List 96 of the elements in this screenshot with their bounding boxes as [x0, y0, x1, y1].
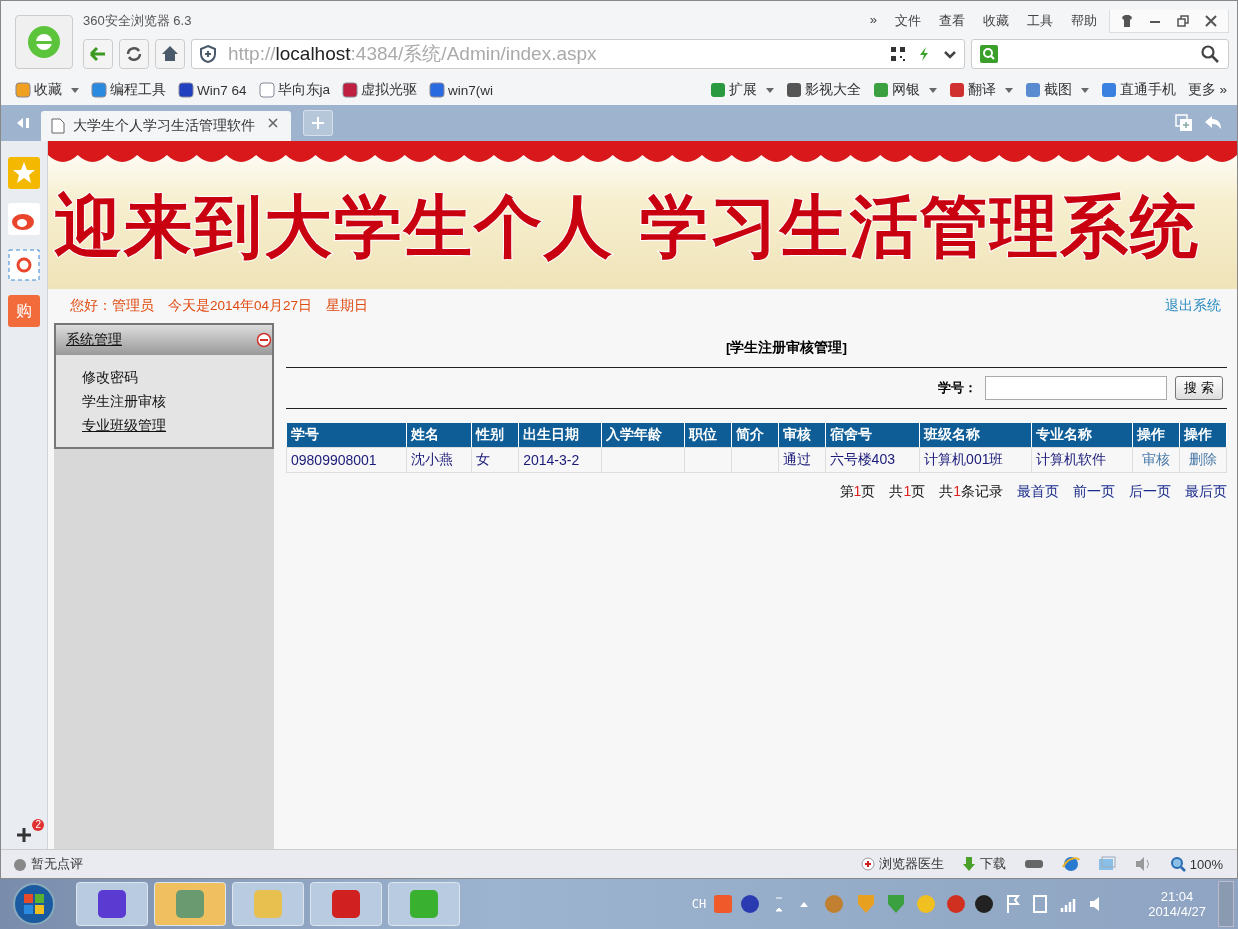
table-cell: 计算机001班 — [919, 447, 1032, 473]
menu-item[interactable]: » — [869, 12, 877, 30]
logout-link[interactable]: 退出系统 — [1165, 297, 1221, 315]
page-info: 共1页 — [889, 483, 926, 501]
menu-item[interactable]: 工具 — [1027, 12, 1053, 30]
back-icon[interactable] — [83, 39, 113, 69]
close-tab-icon[interactable] — [267, 117, 279, 129]
caret-icon[interactable] — [1004, 87, 1013, 93]
column-header: 宿舍号 — [825, 423, 920, 448]
student-id-field[interactable] — [985, 376, 1168, 400]
home-icon[interactable] — [155, 39, 185, 69]
table-cell: 2014-3-2 — [518, 447, 602, 473]
page-info: 第1页 — [839, 483, 876, 501]
bookmark-item[interactable]: win7(wi — [448, 82, 494, 98]
caret-icon[interactable] — [928, 87, 937, 93]
menu-item[interactable]: 收藏 — [983, 12, 1009, 30]
search-field[interactable] — [971, 39, 1229, 69]
column-header: 简介 — [731, 423, 779, 448]
table-cell: 09809908001 — [286, 447, 407, 473]
window-title: 360安全浏览器 6.3 — [83, 12, 192, 30]
bookmark-item[interactable]: 收藏 — [34, 81, 62, 99]
add-icon[interactable] — [16, 827, 32, 843]
toolbar-item[interactable]: 更多 » — [1187, 81, 1227, 99]
pager-link[interactable]: 前一页 — [1073, 483, 1115, 501]
table-cell: 计算机软件 — [1031, 447, 1133, 473]
column-header: 专业名称 — [1031, 423, 1133, 448]
column-header: 班级名称 — [919, 423, 1032, 448]
column-header: 审核 — [778, 423, 826, 448]
qr-code-icon[interactable] — [890, 46, 906, 62]
sidebar-toggle-icon[interactable] — [15, 115, 31, 131]
close-icon[interactable] — [1204, 13, 1218, 28]
taskbar-app-icon[interactable] — [310, 882, 382, 926]
table-cell: 女 — [471, 447, 519, 473]
page-info: 共1条记录 — [939, 483, 1003, 501]
column-header: 入学年龄 — [601, 423, 684, 448]
panel-title[interactable]: 系统管理 — [66, 331, 122, 349]
browser-tab[interactable]: 大学生个人学习生活管理软件 — [41, 111, 291, 141]
toolbar-item[interactable]: 翻译 — [967, 81, 996, 99]
url-text: http://localhost:4384/系统/Admin/index.aspx — [228, 42, 598, 66]
column-header: 操作 — [1179, 423, 1227, 448]
greeting-text: 您好：管理员 今天是2014年04月27日 星期日 — [70, 297, 369, 315]
download-icon[interactable] — [961, 856, 976, 872]
page-title: [学生注册审核管理] — [286, 323, 1227, 368]
toolbar-item[interactable]: 扩展 — [728, 81, 757, 99]
medical-cross-icon[interactable] — [860, 857, 875, 871]
caret-icon[interactable] — [765, 87, 774, 93]
toolbar-item[interactable]: 直通手机 — [1119, 81, 1176, 99]
column-header: 出生日期 — [518, 423, 602, 448]
table-cell: 通过 — [778, 447, 826, 473]
toolbar-item[interactable]: 网银 — [891, 81, 920, 99]
menu-link[interactable]: 专业班级管理 — [82, 417, 166, 435]
restore-icon[interactable] — [1176, 13, 1190, 28]
bookmark-item[interactable]: 编程工具 — [110, 81, 166, 99]
skin-icon[interactable] — [1120, 13, 1134, 28]
rating-text[interactable]: 暂无点评 — [31, 855, 83, 873]
speaker-icon[interactable] — [1133, 856, 1152, 872]
caret-icon[interactable] — [1080, 87, 1089, 93]
menu-link[interactable]: 学生注册审核 — [82, 393, 166, 411]
search-button[interactable]: 搜 索 — [1175, 376, 1223, 400]
table-cell: 六号楼403 — [825, 447, 920, 473]
bookmark-item[interactable]: 虚拟光驱 — [361, 81, 418, 99]
pager-link[interactable]: 最首页 — [1017, 483, 1059, 501]
menu-item[interactable]: 文件 — [895, 12, 921, 30]
search-label: 学号： — [938, 379, 978, 397]
column-header: 操作 — [1132, 423, 1180, 448]
pager-link[interactable]: 最后页 — [1185, 483, 1227, 501]
toolbar-item[interactable]: 截图 — [1043, 81, 1072, 99]
bookmark-item[interactable]: Win7 64 — [197, 82, 247, 98]
start-button[interactable] — [12, 882, 56, 926]
taskbar-app-icon[interactable] — [154, 882, 226, 926]
count-badge: 2 — [32, 819, 44, 831]
column-header: 职位 — [684, 423, 732, 448]
ie-icon[interactable] — [1061, 855, 1080, 873]
pager-link[interactable]: 后一页 — [1129, 483, 1171, 501]
column-header: 姓名 — [406, 423, 472, 448]
search-icon[interactable] — [1200, 44, 1220, 64]
caret-icon[interactable] — [71, 87, 79, 93]
bookmark-item[interactable]: 毕向东ja — [277, 81, 331, 99]
column-header: 性别 — [471, 423, 519, 448]
menu-link[interactable]: 修改密码 — [82, 369, 138, 387]
browser-logo-icon — [15, 15, 73, 69]
address-bar[interactable]: http://localhost:4384/系统/Admin/index.aspx — [191, 39, 965, 69]
zoom-icon[interactable] — [1169, 856, 1186, 872]
table-cell: 沈小燕 — [406, 447, 472, 473]
menu-item[interactable]: 查看 — [939, 12, 965, 30]
toolbar-item[interactable]: 影视大全 — [804, 81, 861, 99]
zoom-level[interactable]: 100% — [1189, 856, 1223, 872]
search-engine-icon[interactable] — [980, 45, 998, 63]
column-header: 学号 — [286, 423, 407, 448]
menu-item[interactable]: 帮助 — [1071, 12, 1097, 30]
banner-heading: 迎来到大学生个人 学习生活管理系统 — [54, 185, 1200, 268]
refresh-icon[interactable] — [119, 39, 149, 69]
taskbar-app-icon[interactable] — [76, 882, 148, 926]
browser-doctor-link[interactable]: 浏览器医生 — [878, 855, 944, 873]
collapse-icon[interactable] — [256, 332, 272, 348]
download-link[interactable]: 下载 — [979, 855, 1006, 873]
